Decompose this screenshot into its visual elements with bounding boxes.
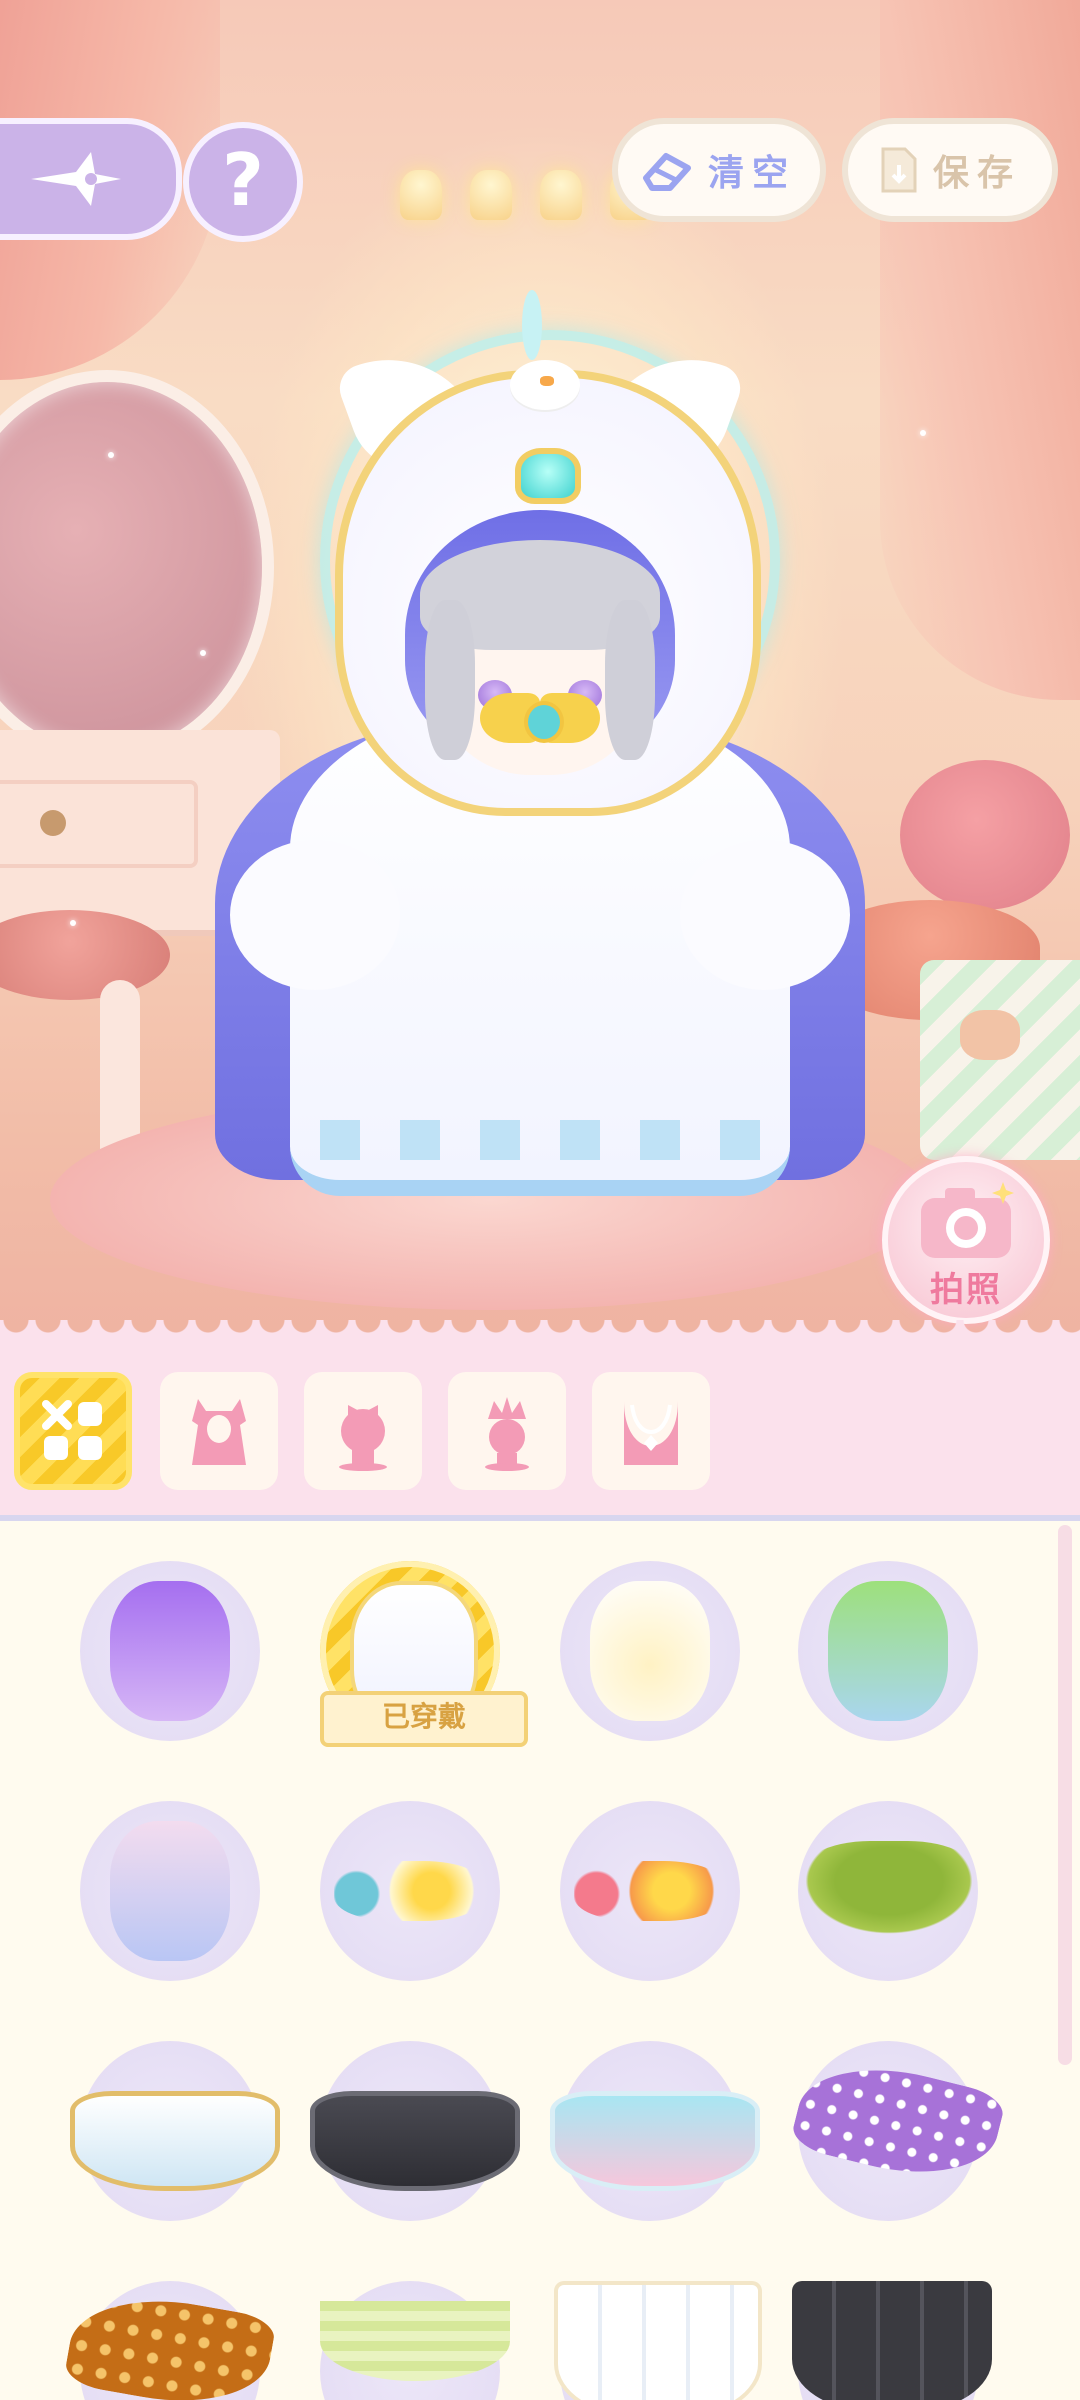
cat-costume-art <box>590 1581 710 1721</box>
save-button[interactable]: 保存 <box>842 118 1058 222</box>
lamp <box>540 170 582 220</box>
clear-button[interactable]: 清空 <box>612 118 826 222</box>
poker-collar-black-art <box>792 2281 992 2400</box>
all-icon <box>42 1400 102 1460</box>
item-green-plaid-collar[interactable] <box>320 2281 510 2400</box>
camera-icon <box>921 1182 1014 1258</box>
worn-badge: 已穿戴 <box>320 1691 528 1747</box>
sleeve-right <box>680 840 850 990</box>
pastel-teacup-art <box>550 2091 760 2191</box>
file-icon <box>881 147 917 193</box>
teacup-art <box>70 2091 280 2191</box>
avatar-character[interactable] <box>210 280 870 1196</box>
dresser-drawer <box>0 780 198 868</box>
photo-button[interactable]: 拍照 <box>882 1156 1050 1324</box>
purple-shoe-art <box>788 2048 1008 2194</box>
tab-outfit[interactable] <box>160 1372 278 1490</box>
gift-box-bow <box>960 1010 1020 1060</box>
sparkle <box>200 650 206 656</box>
hood-gem <box>515 448 581 504</box>
sparkle <box>70 920 76 926</box>
item-hamster-costume[interactable] <box>80 1801 260 1981</box>
item-green-sun-hat[interactable] <box>794 1801 984 1981</box>
outfit-icon <box>192 1399 246 1465</box>
item-brown-polka-shoe[interactable] <box>62 2281 278 2400</box>
bow-gem <box>524 701 564 743</box>
hamster-costume-art <box>110 1821 230 1961</box>
items-scrollbar[interactable] <box>1058 1525 1072 2065</box>
chick-beak <box>540 376 554 386</box>
back-button[interactable] <box>0 118 182 240</box>
item-white-cat-hood-cloak[interactable]: 已穿戴 <box>320 1561 528 1747</box>
brown-shoe-art <box>62 2284 278 2400</box>
item-egg-flower-hairclip-pink[interactable] <box>560 1801 740 1981</box>
plaid-collar-art <box>320 2301 510 2381</box>
item-cat-penguin-costume[interactable] <box>560 1561 740 1741</box>
pink-plush <box>900 760 1070 910</box>
tab-all[interactable] <box>14 1372 132 1490</box>
hair-side-right <box>605 600 655 760</box>
dresser-knob <box>40 810 66 836</box>
item-black-teacup[interactable] <box>310 2041 520 2221</box>
item-frog-costume[interactable] <box>798 1561 978 1741</box>
wand-star-icon <box>31 152 121 206</box>
help-button[interactable]: ? <box>183 122 303 242</box>
item-pastel-teacup[interactable] <box>550 2041 760 2221</box>
tab-headwear[interactable] <box>448 1372 566 1490</box>
lamp <box>400 170 442 220</box>
item-poker-card-collar-black[interactable] <box>792 2281 992 2400</box>
sun-hat-art <box>794 1841 984 1941</box>
purple-cloak-art <box>110 1581 230 1721</box>
necklace-icon <box>624 1401 678 1465</box>
hair-bow-icon <box>339 1405 387 1471</box>
hair-side-left <box>425 600 475 760</box>
item-purple-hood-cloak[interactable] <box>80 1561 260 1741</box>
save-button-label: 保存 <box>932 153 1021 194</box>
eraser-icon <box>642 153 691 191</box>
curtain-right <box>880 0 1080 700</box>
item-egg-flower-hairclip-blue[interactable] <box>320 1801 500 1981</box>
headwear-icon <box>485 1397 529 1471</box>
gift-box <box>920 960 1080 1160</box>
lamp <box>470 170 512 220</box>
items-panel: 已穿戴 <box>0 1521 1080 2400</box>
sparkle <box>920 430 926 436</box>
black-teacup-art <box>310 2091 520 2191</box>
tab-hair[interactable] <box>304 1372 422 1490</box>
item-poker-card-collar-white[interactable] <box>554 2281 762 2400</box>
tab-accessory[interactable] <box>592 1372 710 1490</box>
clear-button-label: 清空 <box>707 153 796 194</box>
robe-trim <box>320 1120 760 1160</box>
item-gold-trim-teacup[interactable] <box>70 2041 280 2221</box>
hairclip-art <box>334 1861 484 1921</box>
category-bar <box>0 1340 1080 1521</box>
sparkle <box>108 452 114 458</box>
yellow-bow <box>480 675 600 755</box>
photo-button-label: 拍照 <box>930 1270 1002 1310</box>
halo-star <box>522 290 542 360</box>
hairclip-pink-art <box>574 1861 724 1921</box>
poker-collar-white-art <box>554 2281 762 2400</box>
item-purple-polka-shoe[interactable] <box>788 2041 1008 2221</box>
frog-costume-art <box>828 1581 948 1721</box>
sleeve-left <box>230 840 400 990</box>
